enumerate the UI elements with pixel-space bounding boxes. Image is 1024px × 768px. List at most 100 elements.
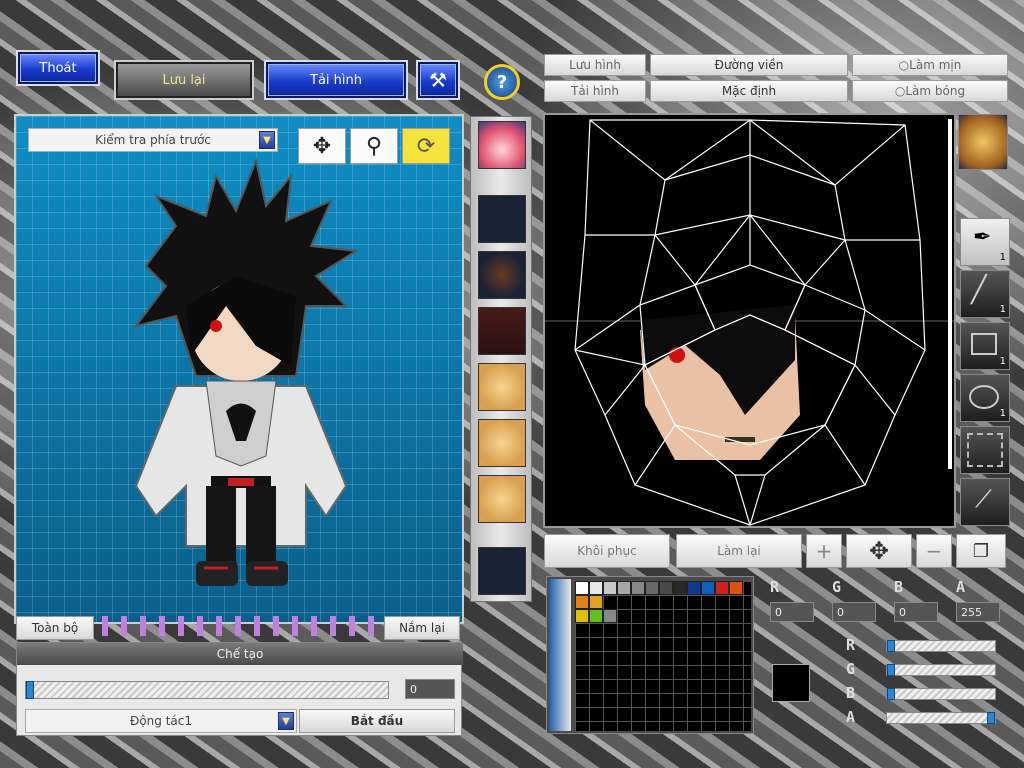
- progress-slider[interactable]: [25, 681, 389, 699]
- pen-icon: ✒: [973, 225, 992, 250]
- color-swatch[interactable]: [589, 595, 603, 609]
- help-button[interactable]: ?: [484, 64, 520, 100]
- color-swatch[interactable]: [589, 609, 603, 623]
- alpha-value-field[interactable]: 255: [956, 602, 1000, 622]
- grab-button[interactable]: Nắm lại: [384, 616, 460, 640]
- progress-value[interactable]: 0: [405, 679, 455, 699]
- line-tool[interactable]: ╱ 1: [960, 270, 1010, 318]
- rotate-tool-button[interactable]: ⟳: [402, 128, 450, 164]
- blue-slider-thumb[interactable]: [887, 688, 895, 700]
- color-swatch[interactable]: [645, 581, 659, 595]
- color-swatch[interactable]: [575, 609, 589, 623]
- channel-label-r: R: [770, 578, 780, 596]
- palette-tabs[interactable]: [549, 579, 571, 731]
- avatar[interactable]: [958, 114, 1008, 170]
- slot-spider[interactable]: [478, 251, 526, 299]
- character-figure: [133, 157, 359, 586]
- color-swatch[interactable]: [729, 581, 743, 595]
- green-value-field[interactable]: 0: [832, 602, 876, 622]
- outline-button[interactable]: Đường viền: [650, 54, 848, 76]
- minus-icon: −: [925, 539, 943, 563]
- save-button[interactable]: Lưu lại: [116, 62, 252, 98]
- red-value-field[interactable]: 0: [770, 602, 814, 622]
- canvas-scrollbar[interactable]: [948, 119, 952, 469]
- rotate-icon: ⟳: [416, 133, 436, 159]
- color-swatch[interactable]: [589, 581, 603, 595]
- restore-button[interactable]: Khôi phục: [544, 534, 670, 568]
- slot-outfit[interactable]: [478, 307, 526, 355]
- color-swatch[interactable]: [701, 581, 715, 595]
- slot-hair-pink[interactable]: [478, 121, 526, 169]
- layers-button[interactable]: ❐: [956, 534, 1006, 568]
- pen-tool[interactable]: ✒ 1: [960, 218, 1010, 266]
- color-swatch[interactable]: [631, 581, 645, 595]
- start-button[interactable]: Bắt đầu: [299, 709, 455, 733]
- face-editor-canvas[interactable]: [543, 113, 956, 528]
- color-swatch[interactable]: [617, 581, 631, 595]
- red-slider[interactable]: [886, 640, 996, 652]
- radio-icon: ○: [894, 84, 906, 98]
- plus-icon: +: [815, 539, 833, 563]
- current-color-swatch: [772, 664, 810, 702]
- color-swatch[interactable]: [673, 581, 687, 595]
- save-image-button[interactable]: Lưu hình: [544, 54, 646, 76]
- line-tool-count: 1: [999, 304, 1006, 315]
- eyedropper-tool[interactable]: ⟋: [960, 478, 1010, 526]
- exit-button[interactable]: Thoát: [18, 52, 98, 84]
- default-button[interactable]: Mặc định: [650, 80, 848, 102]
- green-slider[interactable]: [886, 664, 996, 676]
- zoom-out-button[interactable]: −: [916, 534, 952, 568]
- slider-label-b: B: [846, 684, 856, 702]
- color-swatch[interactable]: [575, 581, 589, 595]
- chevron-down-icon: ▼: [259, 131, 275, 149]
- redo-button[interactable]: Làm lại: [676, 534, 802, 568]
- pen-tool-count: 1: [999, 252, 1006, 263]
- slot-face-3[interactable]: [478, 475, 526, 523]
- gloss-option[interactable]: ○ Làm bóng: [852, 80, 1008, 102]
- slot-empty-bottom[interactable]: [478, 547, 526, 595]
- slot-empty[interactable]: [478, 195, 526, 243]
- slot-face-2[interactable]: [478, 419, 526, 467]
- view-dropdown[interactable]: Kiểm tra phía trước ▼: [28, 128, 278, 152]
- color-swatch[interactable]: [659, 581, 673, 595]
- pan-button[interactable]: ✥: [846, 534, 912, 568]
- slider-label-a: A: [846, 708, 856, 726]
- rectangle-icon: [971, 333, 997, 355]
- slot-face-1[interactable]: [478, 363, 526, 411]
- color-swatch[interactable]: [575, 595, 589, 609]
- chevron-down-icon: ▼: [278, 712, 294, 730]
- blue-value-field[interactable]: 0: [894, 602, 938, 622]
- color-swatch[interactable]: [603, 609, 617, 623]
- color-swatch[interactable]: [687, 581, 701, 595]
- alpha-slider[interactable]: [886, 712, 996, 724]
- swatch-grid[interactable]: [575, 581, 751, 731]
- rectangle-tool-count: 1: [999, 356, 1006, 367]
- color-palette: [546, 576, 754, 734]
- ellipse-icon: [969, 385, 999, 409]
- zoom-in-button[interactable]: +: [806, 534, 842, 568]
- ellipse-tool-count: 1: [999, 408, 1006, 419]
- load-button[interactable]: Tải hình: [266, 62, 406, 98]
- action-dropdown[interactable]: Động tác1 ▼: [25, 709, 297, 733]
- alpha-slider-thumb[interactable]: [987, 712, 995, 724]
- create-panel: Chế tạo 0 Động tác1 ▼ Bắt đầu: [16, 642, 463, 736]
- select-tool[interactable]: [960, 426, 1010, 474]
- rgba-inputs: R G B A 0 0 0 255: [770, 578, 1010, 622]
- color-swatch[interactable]: [603, 581, 617, 595]
- channel-label-a: A: [956, 578, 966, 596]
- hammer-button[interactable]: ⚒: [418, 62, 458, 98]
- frame-ticks: [96, 614, 380, 640]
- ellipse-tool[interactable]: 1: [960, 374, 1010, 422]
- blue-slider[interactable]: [886, 688, 996, 700]
- smooth-option[interactable]: ○ Làm mịn: [852, 54, 1008, 76]
- progress-slider-thumb[interactable]: [26, 681, 34, 699]
- part-slot-column: [470, 116, 532, 602]
- smooth-label: Làm mịn: [909, 58, 962, 72]
- radio-icon: ○: [898, 58, 910, 72]
- rectangle-tool[interactable]: 1: [960, 322, 1010, 370]
- all-button[interactable]: Toàn bộ: [16, 616, 94, 640]
- green-slider-thumb[interactable]: [887, 664, 895, 676]
- color-swatch[interactable]: [715, 581, 729, 595]
- load-image-button[interactable]: Tải hình: [544, 80, 646, 102]
- red-slider-thumb[interactable]: [887, 640, 895, 652]
